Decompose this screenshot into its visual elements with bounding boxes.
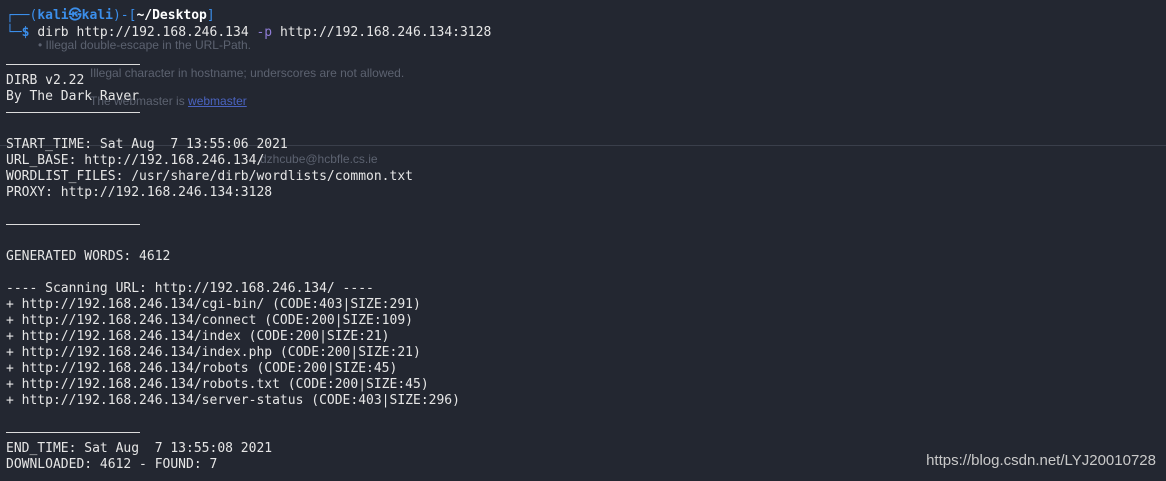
command-arg-proxy: http://192.168.246.134:3128 xyxy=(279,25,492,40)
generated-words: GENERATED WORDS: 4612 xyxy=(6,249,171,264)
prompt-at-symbol: ㉿ xyxy=(68,8,82,23)
proxy-line: PROXY: http://192.168.246.134:3128 xyxy=(6,185,273,200)
prompt-corner-top: ┌──( xyxy=(6,8,38,23)
wordlist-files: WORDLIST_FILES: /usr/share/dirb/wordlist… xyxy=(6,169,413,184)
prompt-host: kali xyxy=(81,8,113,23)
result-row: + http://192.168.246.134/robots.txt (COD… xyxy=(6,377,429,392)
downloaded-summary: DOWNLOADED: 4612 - FOUND: 7 xyxy=(6,457,218,472)
banner-rule-bottom xyxy=(6,112,140,113)
prompt-mid: )-[ xyxy=(112,8,137,23)
prompt-line-top: ┌──(kali㉿kali)-[~/Desktop] xyxy=(6,8,215,24)
prompt-dollar: $ xyxy=(21,25,30,40)
info-rule xyxy=(6,224,140,225)
prompt-user: kali xyxy=(37,8,69,23)
ghost-text-2: Illegal character in hostname; underscor… xyxy=(90,66,405,80)
command-arg-url: http://192.168.246.134 xyxy=(76,25,249,40)
url-base: URL_BASE: http://192.168.246.134/ xyxy=(6,153,265,168)
command-name: dirb xyxy=(37,25,69,40)
results-rule xyxy=(6,432,140,433)
result-row: + http://192.168.246.134/cgi-bin/ (CODE:… xyxy=(6,297,421,312)
ghost-text-4: dzhcube@hcbfle.cs.ie xyxy=(260,152,378,166)
result-row: + http://192.168.246.134/index.php (CODE… xyxy=(6,345,421,360)
scanning-header: ---- Scanning URL: http://192.168.246.13… xyxy=(6,281,374,296)
banner-version: DIRB v2.22 xyxy=(6,73,85,88)
ghost-link-webmaster: webmaster xyxy=(188,94,247,108)
banner-author: By The Dark Raver xyxy=(6,89,140,104)
result-row: + http://192.168.246.134/robots (CODE:20… xyxy=(6,361,398,376)
result-row: + http://192.168.246.134/server-status (… xyxy=(6,393,460,408)
prompt-path: ~/Desktop xyxy=(136,8,207,23)
result-row: + http://192.168.246.134/index (CODE:200… xyxy=(6,329,390,344)
command-line[interactable]: └─$ dirb http://192.168.246.134 -p http:… xyxy=(6,25,491,41)
end-time: END_TIME: Sat Aug 7 13:55:08 2021 xyxy=(6,441,273,456)
command-flag-proxy: -p xyxy=(256,25,273,40)
watermark-url: https://blog.csdn.net/LYJ20010728 xyxy=(926,452,1156,469)
prompt-end: ] xyxy=(206,8,215,23)
prompt-corner-bottom: └─ xyxy=(6,25,22,40)
start-time: START_TIME: Sat Aug 7 13:55:06 2021 xyxy=(6,137,288,152)
banner-rule-top xyxy=(6,64,140,65)
terminal-window[interactable]: • Illegal double-escape in the URL-Path.… xyxy=(0,0,1166,481)
result-row: + http://192.168.246.134/connect (CODE:2… xyxy=(6,313,413,328)
